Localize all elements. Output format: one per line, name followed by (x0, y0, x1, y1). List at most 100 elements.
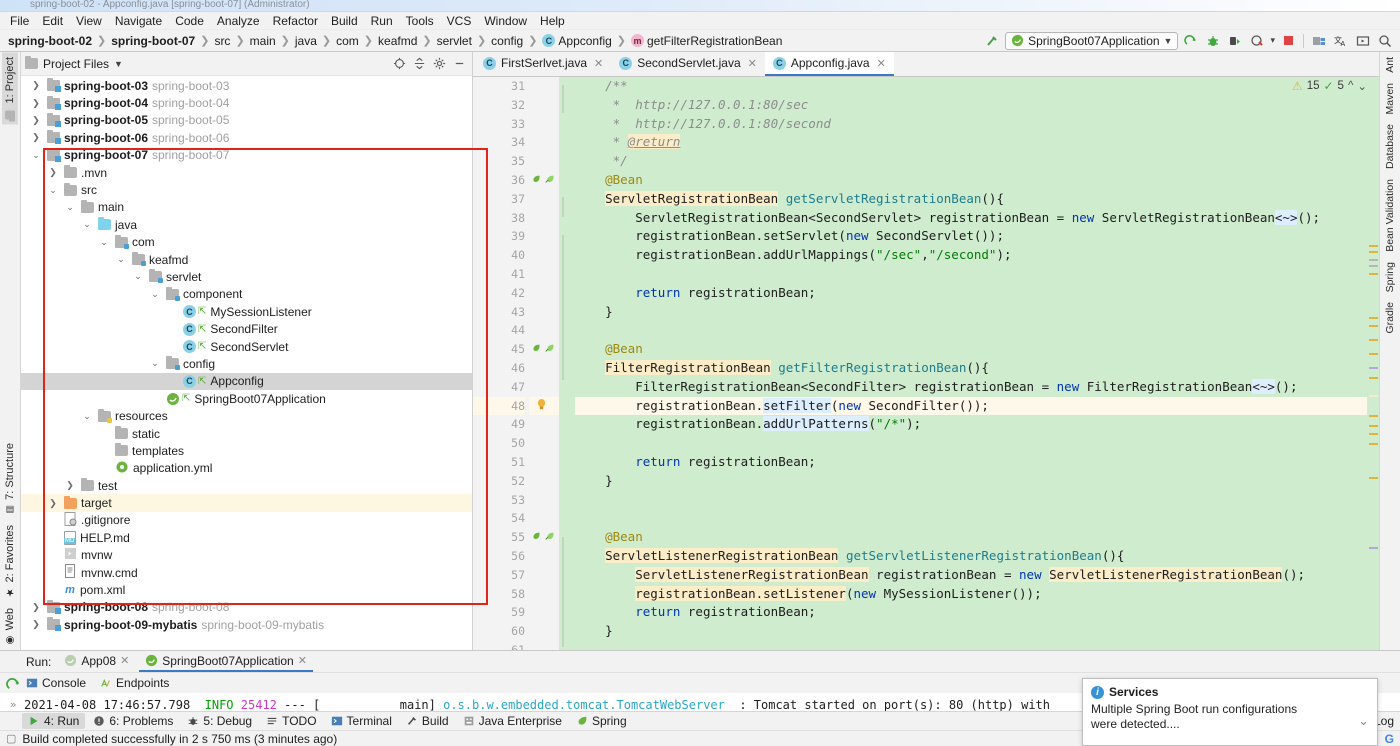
collapse-all-icon[interactable] (410, 55, 428, 73)
sidebar-item-web[interactable]: ◉ Web (2, 603, 18, 650)
search-icon[interactable] (1376, 32, 1394, 50)
chevron-down-icon[interactable]: ⌄ (80, 219, 94, 230)
spring-bean-icon[interactable] (530, 173, 542, 188)
right-sidebar-item-maven[interactable]: Maven (1382, 78, 1398, 120)
code-line[interactable]: ServletRegistrationBean getServletRegist… (575, 190, 1379, 209)
close-icon[interactable]: ✕ (877, 57, 886, 70)
spring-bean-icon[interactable] (530, 342, 542, 357)
presentation-icon[interactable] (1354, 32, 1372, 50)
tree-node[interactable]: ⌄ src (21, 181, 472, 198)
tree-node[interactable]: ⌄ config (21, 355, 472, 372)
tree-node[interactable]: ❯ spring-boot-09-mybatis spring-boot-09-my… (21, 616, 472, 633)
run-icon[interactable] (1182, 32, 1200, 50)
chevron-right-icon[interactable]: ❯ (29, 80, 43, 91)
sidebar-item-structure[interactable]: ▤ 7: Structure (2, 438, 18, 520)
menu-item-navigate[interactable]: Navigate (109, 13, 168, 29)
chevron-down-icon[interactable]: ⌄ (46, 185, 60, 196)
editor-tab-firstserlvet-java[interactable]: C FirstSerlvet.java ✕ (475, 52, 611, 76)
intention-bulb-icon[interactable] (536, 398, 547, 414)
chevron-down-icon[interactable]: ⌄ (63, 202, 77, 213)
run-tab-app08[interactable]: App08 ✕ (58, 652, 135, 672)
code-line[interactable]: ServletListenerRegistrationBean registra… (575, 566, 1379, 585)
close-icon[interactable]: ✕ (298, 654, 307, 667)
code-line[interactable]: registrationBean.addUrlMappings("/sec","… (575, 246, 1379, 265)
editor-tab-secondservlet-java[interactable]: C SecondServlet.java ✕ (611, 52, 765, 76)
menu-item-window[interactable]: Window (478, 13, 533, 29)
chevron-right-icon[interactable]: ❯ (29, 98, 43, 109)
tree-node[interactable]: C ⇱ MySessionListener (21, 303, 472, 320)
close-icon[interactable]: ✕ (594, 57, 603, 70)
chevron-right-icon[interactable]: ❯ (46, 498, 60, 509)
code-content[interactable]: /** * http://127.0.0.1:80/sec * http://1… (567, 77, 1379, 650)
chevron-down-icon[interactable]: ⌄ (1358, 713, 1369, 729)
code-line[interactable]: @Bean (575, 340, 1379, 359)
profile-icon[interactable] (1248, 32, 1266, 50)
code-folding-column[interactable] (559, 77, 567, 650)
chevron-down-icon[interactable]: ⌄ (29, 150, 43, 161)
right-sidebar-item-spring[interactable]: Spring (1382, 257, 1398, 297)
code-line[interactable] (575, 641, 1379, 650)
menu-item-build[interactable]: Build (325, 13, 364, 29)
sidebar-item-project[interactable]: 1: Project (2, 52, 18, 125)
google-icon[interactable]: G (1385, 732, 1394, 746)
tree-node[interactable]: templates (21, 442, 472, 459)
code-line[interactable]: return registrationBean; (575, 603, 1379, 622)
tree-node[interactable]: ❯ spring-boot-08 spring-boot-08 (21, 599, 472, 616)
editor-tab-appconfig-java[interactable]: C Appconfig.java ✕ (764, 52, 894, 76)
error-stripe-mark[interactable] (1369, 443, 1378, 445)
tree-node[interactable]: ⌄ com (21, 234, 472, 251)
menu-item-file[interactable]: File (4, 13, 35, 29)
run-subtab-console[interactable]: Console (26, 676, 86, 690)
bottom-tab-build[interactable]: Build (400, 713, 455, 729)
next-problem-icon[interactable]: ⌄ (1357, 79, 1367, 93)
code-line[interactable] (575, 321, 1379, 340)
code-line[interactable]: return registrationBean; (575, 284, 1379, 303)
code-line[interactable]: } (575, 622, 1379, 641)
prev-problem-icon[interactable]: ^ (1348, 80, 1353, 92)
error-stripe-mark[interactable] (1369, 317, 1378, 319)
right-sidebar-item-database[interactable]: Database (1382, 119, 1398, 174)
code-line[interactable]: ServletRegistrationBean<SecondServlet> r… (575, 209, 1379, 228)
error-stripe-mark[interactable] (1369, 245, 1378, 247)
tree-node[interactable]: ⌄ spring-boot-07 spring-boot-07 (21, 147, 472, 164)
project-panel-title-group[interactable]: Project Files ▼ (25, 56, 123, 71)
breadcrumb-item-servlet[interactable]: servlet (433, 33, 476, 49)
menu-item-vcs[interactable]: VCS (441, 13, 478, 29)
code-line[interactable]: FilterRegistrationBean<SecondFilter> reg… (575, 378, 1379, 397)
code-line[interactable]: * http://127.0.0.1:80/second (575, 115, 1379, 134)
tree-node[interactable]: C ⇱ Appconfig (21, 372, 472, 391)
breadcrumb-item-getfilterregistrationbean[interactable]: m getFilterRegistrationBean (627, 33, 786, 49)
tree-node[interactable]: C ⇱ SecondFilter (21, 320, 472, 337)
error-stripe-mark[interactable] (1369, 273, 1378, 275)
breadcrumb-item-com[interactable]: com (332, 33, 363, 49)
inspection-widget[interactable]: ⚠ 15 ✓ 5 ^ ⌄ (1292, 79, 1367, 93)
tree-node[interactable]: ⌄ servlet (21, 268, 472, 285)
run-subtab-endpoints[interactable]: Endpoints (100, 676, 169, 690)
breadcrumb-item-appconfig[interactable]: C Appconfig (538, 33, 615, 49)
chevron-right-icon[interactable]: ❯ (29, 115, 43, 126)
menu-item-refactor[interactable]: Refactor (267, 13, 324, 29)
chevron-right-icon[interactable]: ❯ (29, 602, 43, 613)
breadcrumb-item-main[interactable]: main (246, 33, 280, 49)
services-notification-popup[interactable]: i Services Multiple Spring Boot run conf… (1082, 678, 1378, 746)
error-stripe-mark[interactable] (1369, 367, 1378, 369)
breadcrumb-item-spring-boot-02[interactable]: spring-boot-02 (4, 33, 96, 49)
code-line[interactable]: * @return (575, 133, 1379, 152)
breadcrumb-item-config[interactable]: config (487, 33, 527, 49)
menu-item-view[interactable]: View (70, 13, 108, 29)
run-configuration-selector[interactable]: SpringBoot07Application ▼ (1005, 31, 1179, 50)
tree-node[interactable]: ❯ spring-boot-03 spring-boot-03 (21, 77, 472, 94)
build-hammer-icon[interactable] (983, 32, 1001, 50)
tree-node[interactable]: ⌄ component (21, 286, 472, 303)
project-structure-icon[interactable] (1310, 32, 1328, 50)
stop-icon[interactable] (1279, 32, 1297, 50)
code-line[interactable] (575, 491, 1379, 510)
error-stripe-markbar[interactable] (1367, 77, 1379, 650)
tree-node[interactable]: application.yml (21, 460, 472, 477)
tree-node[interactable]: ⌄ resources (21, 407, 472, 424)
tree-node[interactable]: .gitignore (21, 511, 472, 529)
code-line[interactable]: registrationBean.setServlet(new SecondSe… (575, 227, 1379, 246)
error-stripe-mark[interactable] (1369, 251, 1378, 253)
code-line[interactable]: @Bean (575, 528, 1379, 547)
tree-node[interactable]: ⌄ java (21, 216, 472, 233)
